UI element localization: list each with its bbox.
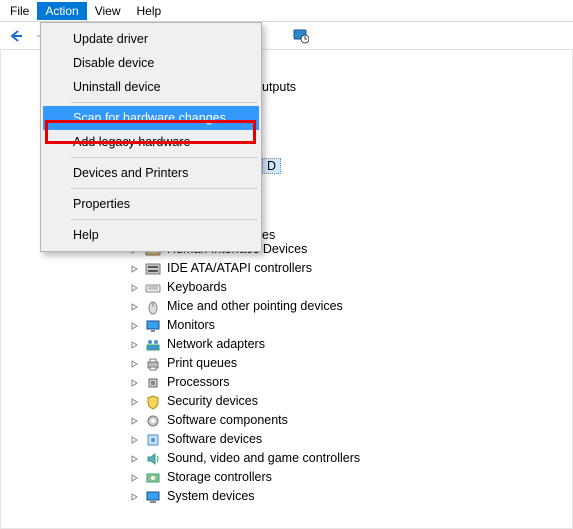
cpu-icon <box>145 375 161 391</box>
chevron-right-icon[interactable] <box>129 396 141 408</box>
chevron-right-icon[interactable] <box>129 301 141 313</box>
tree-item-network[interactable]: Network adapters <box>129 335 572 354</box>
action-menu-dropdown: Update driver Disable device Uninstall d… <box>40 22 262 252</box>
tree-item-monitors[interactable]: Monitors <box>129 316 572 335</box>
tree-item-printqueues[interactable]: Print queues <box>129 354 572 373</box>
menubar: File Action View Help <box>0 0 573 22</box>
menu-view[interactable]: View <box>87 2 129 20</box>
tree-item-label: System devices <box>165 487 257 506</box>
tree-item-label: Processors <box>165 373 232 392</box>
chevron-right-icon[interactable] <box>129 339 141 351</box>
toolbar-refresh-button[interactable] <box>289 25 313 47</box>
monitor-icon <box>293 28 309 44</box>
ide-icon <box>145 261 161 277</box>
tree-item-label: Software components <box>165 411 290 430</box>
chevron-right-icon[interactable] <box>129 263 141 275</box>
device-tree: Human Interface Devices IDE ATA/ATAPI co… <box>129 240 572 506</box>
menu-item-devices-and-printers[interactable]: Devices and Printers <box>43 161 259 185</box>
storage-icon <box>145 470 161 486</box>
tree-item-sound[interactable]: Sound, video and game controllers <box>129 449 572 468</box>
menu-item-uninstall-device[interactable]: Uninstall device <box>43 75 259 99</box>
menu-separator <box>71 102 257 103</box>
chevron-right-icon[interactable] <box>129 434 141 446</box>
chevron-right-icon[interactable] <box>129 453 141 465</box>
tree-item-label: Sound, video and game controllers <box>165 449 362 468</box>
tree-item-ide[interactable]: IDE ATA/ATAPI controllers <box>129 259 572 278</box>
chevron-right-icon[interactable] <box>129 377 141 389</box>
arrow-left-icon <box>8 28 24 44</box>
speaker-icon <box>145 451 161 467</box>
network-icon <box>145 337 161 353</box>
tree-item-processors[interactable]: Processors <box>129 373 572 392</box>
chevron-right-icon[interactable] <box>129 491 141 503</box>
shield-icon <box>145 394 161 410</box>
menu-separator <box>71 157 257 158</box>
chevron-right-icon[interactable] <box>129 415 141 427</box>
gear-icon <box>145 432 161 448</box>
menu-separator <box>71 188 257 189</box>
tree-item-storage[interactable]: Storage controllers <box>129 468 572 487</box>
tree-item-label: Storage controllers <box>165 468 274 487</box>
tree-item-label: Software devices <box>165 430 264 449</box>
chevron-right-icon[interactable] <box>129 282 141 294</box>
nav-back-button[interactable] <box>4 25 28 47</box>
tree-item-software-devices[interactable]: Software devices <box>129 430 572 449</box>
chevron-right-icon[interactable] <box>129 320 141 332</box>
tree-item-label: Security devices <box>165 392 260 411</box>
menu-item-update-driver[interactable]: Update driver <box>43 27 259 51</box>
menu-item-help[interactable]: Help <box>43 223 259 247</box>
mouse-icon <box>145 299 161 315</box>
menu-item-scan-hardware-changes[interactable]: Scan for hardware changes <box>43 106 259 130</box>
keyboard-icon <box>145 280 161 296</box>
tree-item-label: Network adapters <box>165 335 267 354</box>
tree-item-system[interactable]: System devices <box>129 487 572 506</box>
menu-action[interactable]: Action <box>37 2 86 20</box>
tree-item-keyboards[interactable]: Keyboards <box>129 278 572 297</box>
chevron-right-icon[interactable] <box>129 358 141 370</box>
tree-item-software-components[interactable]: Software components <box>129 411 572 430</box>
tree-item-mice[interactable]: Mice and other pointing devices <box>129 297 572 316</box>
monitor-icon <box>145 318 161 334</box>
menu-item-properties[interactable]: Properties <box>43 192 259 216</box>
tree-item-label: Monitors <box>165 316 217 335</box>
tree-item-label: Mice and other pointing devices <box>165 297 345 316</box>
menu-help[interactable]: Help <box>129 2 170 20</box>
tree-item-label: Print queues <box>165 354 239 373</box>
tree-item-security[interactable]: Security devices <box>129 392 572 411</box>
computer-icon <box>145 489 161 505</box>
chevron-right-icon[interactable] <box>129 472 141 484</box>
gear-icon <box>145 413 161 429</box>
menu-separator <box>71 219 257 220</box>
tree-item-label: Keyboards <box>165 278 229 297</box>
menu-file[interactable]: File <box>2 2 37 20</box>
printer-icon <box>145 356 161 372</box>
menu-item-add-legacy-hardware[interactable]: Add legacy hardware <box>43 130 259 154</box>
tree-item-label: IDE ATA/ATAPI controllers <box>165 259 314 278</box>
menu-item-disable-device[interactable]: Disable device <box>43 51 259 75</box>
